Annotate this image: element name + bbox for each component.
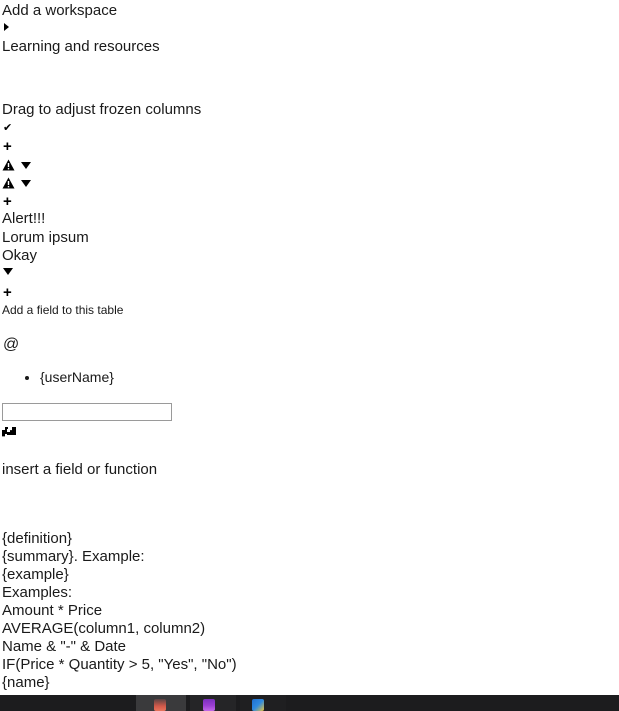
formula-summary: {summary}. Example:: [2, 548, 145, 565]
alert-row[interactable]: [2, 177, 31, 189]
add-row-button[interactable]: +: [3, 139, 12, 154]
list-item[interactable]: {userName}: [40, 368, 114, 386]
caret-right-icon[interactable]: [4, 23, 9, 31]
unstyled-page-body: Add a workspace Learning and resources D…: [0, 0, 619, 695]
add-item-button[interactable]: +: [3, 194, 12, 209]
alert-row[interactable]: [2, 159, 31, 171]
formula-example-item: IF(Price * Quantity > 5, "Yes", "No"): [2, 656, 237, 673]
caret-down-icon[interactable]: [21, 179, 31, 187]
formula-example: {example}: [2, 566, 69, 583]
enter-key-icon: [2, 427, 16, 437]
formula-name-token: {name}: [2, 674, 50, 691]
formula-examples-label: Examples:: [2, 584, 73, 601]
insert-field-or-function-link[interactable]: insert a field or function: [2, 461, 157, 479]
warning-triangle-icon: [2, 177, 15, 189]
os-taskbar: [0, 695, 619, 711]
alert-dialog-title: Alert!!!: [2, 210, 46, 227]
caret-down-icon[interactable]: [21, 161, 31, 169]
frozen-columns-hint[interactable]: Drag to adjust frozen columns: [2, 101, 201, 119]
add-field-button[interactable]: +: [3, 285, 12, 300]
formula-example-item: Name & "-" & Date: [2, 638, 127, 655]
formula-input[interactable]: [2, 403, 172, 421]
add-field-to-table-label[interactable]: Add a field to this table: [2, 303, 123, 317]
at-mention-icon[interactable]: @: [3, 337, 19, 353]
add-workspace-link[interactable]: Add a workspace: [2, 2, 117, 20]
formula-example-item: Amount * Price: [2, 602, 103, 619]
alert-dialog-okay-button[interactable]: Okay: [2, 247, 37, 265]
app-icon-terminal[interactable]: [154, 699, 166, 711]
app-icon-editor[interactable]: [203, 699, 215, 711]
learning-and-resources-link[interactable]: Learning and resources: [2, 38, 160, 56]
warning-triangle-icon: [2, 159, 15, 171]
mention-options-list: {userName}: [0, 368, 114, 386]
formula-definition: {definition}: [2, 530, 73, 547]
caret-down-icon[interactable]: [3, 268, 13, 275]
alert-dialog-body: Lorum ipsum: [2, 229, 89, 246]
formula-example-item: AVERAGE(column1, column2): [2, 620, 206, 637]
checkmark-icon[interactable]: ✔: [3, 123, 12, 134]
app-icon-browser[interactable]: [252, 699, 264, 711]
